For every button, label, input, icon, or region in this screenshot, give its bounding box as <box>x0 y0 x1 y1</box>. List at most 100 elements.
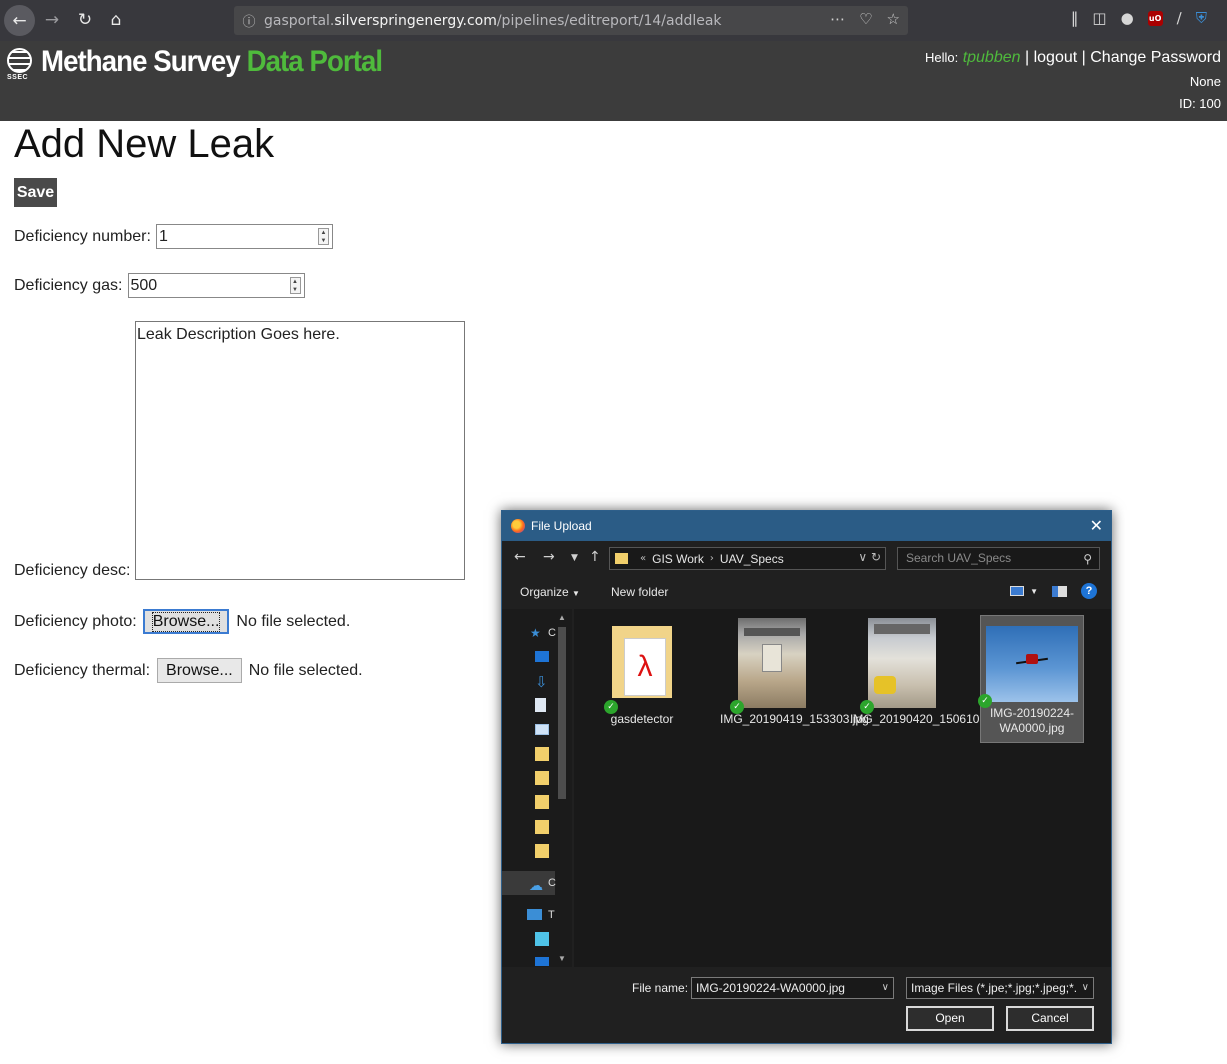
path-chevron-icon: › <box>709 553 714 564</box>
folder-icon[interactable] <box>535 795 549 809</box>
photo-browse-button[interactable]: Browse... <box>142 609 230 634</box>
hello-label: Hello: <box>924 50 959 65</box>
info-icon[interactable]: ⓘ <box>234 11 264 30</box>
forward-icon[interactable]: → <box>37 5 67 35</box>
documents-icon[interactable] <box>535 698 546 712</box>
dialog-footer: File name: IMG-20190224-WA0000.jpg ∨ Ima… <box>502 967 1111 1043</box>
scroll-up-icon[interactable]: ▲ <box>555 613 569 622</box>
onedrive-icon[interactable]: ☁ <box>529 877 543 893</box>
this-pc-icon[interactable] <box>527 909 542 920</box>
close-icon[interactable]: ✕ <box>1090 516 1103 535</box>
organize-menu[interactable]: Organize ▼ <box>520 585 580 599</box>
preview-pane-icon[interactable] <box>1052 585 1067 597</box>
pen-extension-icon[interactable]: ∕ <box>1177 9 1182 27</box>
site-header: SSEC Methane Survey Data Portal Hello: t… <box>0 41 1227 121</box>
url-prefix: gasportal. <box>264 12 335 29</box>
image-thumbnail: ✓ <box>860 618 936 714</box>
pocket-icon[interactable]: ♡ <box>859 10 872 28</box>
account-icon[interactable]: ● <box>1121 9 1134 27</box>
nav-item-label[interactable]: T <box>548 909 555 921</box>
url-text: gasportal.silverspringenergy.com/pipelin… <box>264 13 722 29</box>
more-actions-icon[interactable]: ⋯ <box>830 10 845 28</box>
scroll-down-icon[interactable]: ▼ <box>555 954 569 963</box>
chevron-down-icon[interactable]: ∨ <box>1081 978 1089 998</box>
file-item-image[interactable]: ✓ IMG_20190420_150610.jpg <box>850 615 999 743</box>
file-upload-dialog: File Upload ✕ ← → ▼ ↑ « GIS Work › UAV_S… <box>501 510 1112 1044</box>
scrollbar-thumb[interactable] <box>558 627 566 799</box>
user-id: ID: 100 <box>1179 96 1221 111</box>
file-item-folder[interactable]: λ ✓ gasdetector <box>590 615 694 743</box>
path-segment[interactable]: UAV_Specs <box>720 552 784 566</box>
dialog-commandbar: Organize ▼ New folder ▼ ? <box>502 577 1111 609</box>
sync-status-icon: ✓ <box>860 700 874 714</box>
image-thumbnail: ✓ <box>978 626 1078 708</box>
recent-locations-icon[interactable]: ▼ <box>571 553 578 563</box>
chevron-down-icon[interactable]: ▼ <box>1030 587 1038 596</box>
folder-icon[interactable] <box>535 771 549 785</box>
view-options-icon[interactable] <box>1010 586 1025 596</box>
logout-link[interactable]: logout <box>1034 49 1078 66</box>
deficiency-gas-value: 500 <box>130 276 158 294</box>
desktop-icon[interactable] <box>535 957 549 966</box>
deficiency-gas-input[interactable]: 500 ▲ ▼ <box>127 273 305 298</box>
desktop-icon[interactable] <box>535 651 549 662</box>
folder-icon[interactable] <box>535 820 549 834</box>
file-item-image[interactable]: ✓ IMG_20190419_153303.jpg <box>720 615 869 743</box>
quick-access-icon[interactable]: ★ <box>530 626 544 640</box>
site-title-main: Methane Survey <box>41 45 241 78</box>
address-bar[interactable]: « GIS Work › UAV_Specs ∨ ↻ <box>609 547 886 570</box>
files-pane: λ ✓ gasdetector ✓ IMG_20190419_153303.jp… <box>574 609 1111 967</box>
ublock-icon[interactable]: uO <box>1147 10 1163 26</box>
sidebar-icon[interactable]: ◫ <box>1092 9 1106 27</box>
gas-spinner[interactable]: ▲ ▼ <box>289 277 301 294</box>
separator: | <box>1081 49 1086 66</box>
file-type-value: Image Files (*.jpe;*.jpg;*.jpeg;*. <box>911 981 1078 995</box>
dialog-titlebar[interactable]: File Upload ✕ <box>502 511 1111 541</box>
file-name: IMG_20190420_150610.jpg <box>850 712 999 726</box>
path-dropdown-refresh[interactable]: ∨ ↻ <box>858 550 881 564</box>
search-input[interactable]: Search UAV_Specs ⚲ <box>897 547 1100 570</box>
forward-icon[interactable]: → <box>543 549 555 565</box>
deficiency-number-input[interactable]: 1 ▲ ▼ <box>155 224 333 249</box>
chevron-down-icon[interactable]: ∨ <box>882 978 889 998</box>
bookmark-star-icon[interactable]: ☆ <box>887 10 900 28</box>
downloads-icon[interactable]: ⇩ <box>535 673 549 691</box>
folder-icon[interactable] <box>535 844 549 858</box>
back-icon[interactable]: ← <box>4 5 35 36</box>
home-icon[interactable]: ⌂ <box>101 5 131 35</box>
deficiency-number-value: 1 <box>158 227 168 245</box>
reload-icon[interactable]: ↻ <box>70 5 100 35</box>
path-segment[interactable]: GIS Work <box>652 552 704 566</box>
image-thumbnail: ✓ <box>730 618 806 714</box>
back-icon[interactable]: ← <box>514 549 526 565</box>
up-icon[interactable]: ↑ <box>589 549 601 565</box>
nav-scrollbar[interactable]: ▲ ▼ <box>555 613 569 963</box>
username: tpubben <box>962 49 1021 66</box>
shield-icon[interactable]: ⛨ <box>1196 9 1207 27</box>
nav-item-label[interactable]: C <box>548 627 556 639</box>
folder-icon[interactable] <box>535 747 549 761</box>
url-bar[interactable]: ⓘ gasportal.silverspringenergy.com/pipel… <box>234 6 908 35</box>
pictures-icon[interactable] <box>535 724 549 735</box>
file-item-image-selected[interactable]: ✓ IMG-20190224-WA0000.jpg <box>978 615 1084 743</box>
save-button[interactable]: Save <box>14 178 57 207</box>
open-button[interactable]: Open <box>906 1006 994 1031</box>
nav-item-label[interactable]: C <box>548 877 556 889</box>
sync-status-icon: ✓ <box>604 700 618 714</box>
thermal-no-file: No file selected. <box>248 661 363 679</box>
path-overflow[interactable]: « <box>640 553 646 564</box>
3d-objects-icon[interactable] <box>535 932 549 946</box>
change-password-link[interactable]: Change Password <box>1090 49 1221 66</box>
file-name: gasdetector <box>610 712 674 726</box>
url-host: silverspringenergy.com <box>334 12 497 29</box>
thermal-browse-button[interactable]: Browse... <box>157 658 242 683</box>
file-type-select[interactable]: Image Files (*.jpe;*.jpg;*.jpeg;*. ∨ <box>906 977 1094 999</box>
number-spinner[interactable]: ▲ ▼ <box>317 228 329 245</box>
file-name-input[interactable]: IMG-20190224-WA0000.jpg ∨ <box>691 977 894 999</box>
deficiency-desc-textarea[interactable]: Leak Description Goes here. <box>135 321 465 580</box>
page-title: Add New Leak <box>14 122 275 166</box>
cancel-button[interactable]: Cancel <box>1006 1006 1094 1031</box>
new-folder-button[interactable]: New folder <box>611 585 668 599</box>
help-icon[interactable]: ? <box>1081 583 1097 599</box>
library-icon[interactable]: ‖ <box>1071 9 1079 27</box>
